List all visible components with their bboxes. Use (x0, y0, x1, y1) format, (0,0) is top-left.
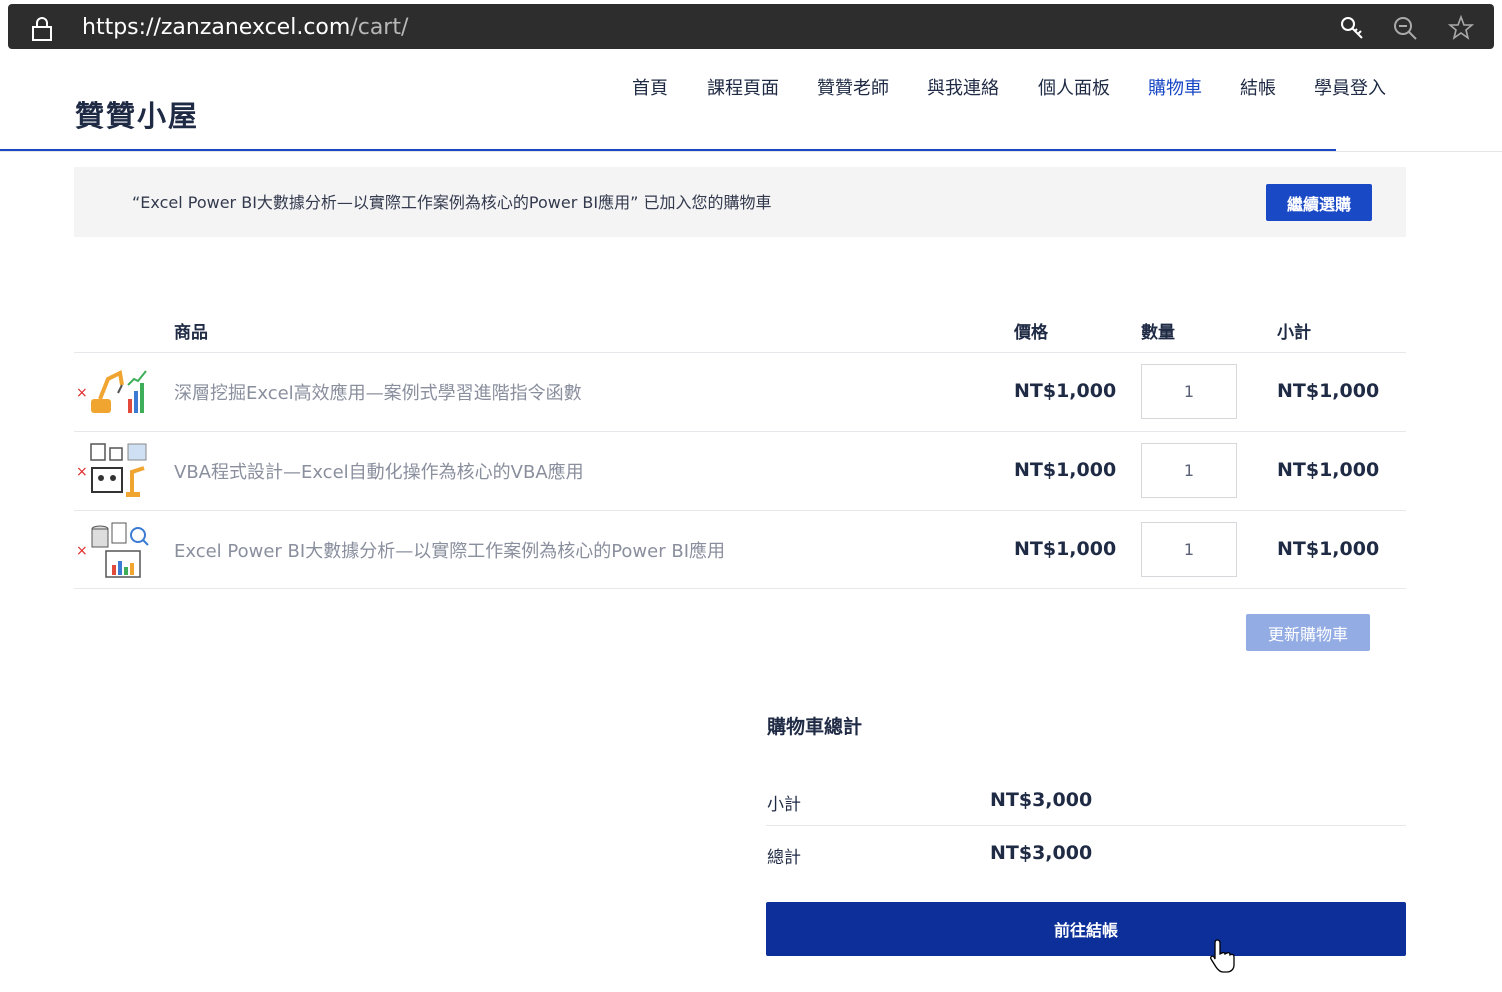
cart-row: × VBA程式設計—Excel自動化操作為核心的VBA應用 NT$1,000 N… (74, 431, 1406, 510)
header-subtotal: 小計 (1277, 323, 1311, 343)
product-price: NT$1,000 (1014, 380, 1117, 402)
proceed-to-checkout-button[interactable]: 前往結帳 (766, 902, 1406, 956)
nav-home[interactable]: 首頁 (632, 74, 668, 100)
nav-checkout[interactable]: 結帳 (1240, 74, 1276, 100)
product-thumbnail[interactable] (88, 521, 150, 579)
address-bar[interactable]: https://zanzanexcel.com/cart/ (8, 4, 1494, 49)
product-price: NT$1,000 (1014, 538, 1117, 560)
cart-row: × 深層挖掘Excel高效應用—案例式學習進階指令函數 NT$1,000 NT$… (74, 352, 1406, 431)
product-name-link[interactable]: VBA程式設計—Excel自動化操作為核心的VBA應用 (174, 458, 584, 484)
subtotal-label: 小計 (767, 795, 801, 815)
notice-message: “Excel Power BI大數據分析—以實際工作案例為核心的Power BI… (132, 193, 772, 212)
remove-item-button[interactable]: × (76, 543, 88, 559)
browser-toolbar: https://zanzanexcel.com/cart/ (0, 0, 1502, 55)
site-logo[interactable]: 贊贊小屋 (75, 93, 199, 135)
star-icon[interactable] (1448, 15, 1474, 41)
header-price: 價格 (1014, 323, 1048, 343)
continue-shopping-button[interactable]: 繼續選購 (1266, 184, 1372, 221)
subtotal-value: NT$3,000 (990, 789, 1093, 811)
product-price: NT$1,000 (1014, 459, 1117, 481)
total-value: NT$3,000 (990, 842, 1093, 864)
hand-cursor-icon (1210, 939, 1235, 973)
main-nav: 首頁 課程頁面 贊贊老師 與我連絡 個人面板 購物車 結帳 學員登入 (0, 74, 1502, 100)
cart-row: × Excel Power BI大數據分析—以實際工作案例為核心的Power B… (74, 510, 1406, 589)
header-quantity: 數量 (1141, 323, 1175, 343)
product-subtotal: NT$1,000 (1277, 459, 1380, 481)
url-host: https://zanzanexcel.com (82, 15, 351, 40)
nav-login[interactable]: 學員登入 (1314, 74, 1386, 100)
cart-totals-title: 購物車總計 (767, 716, 863, 738)
key-icon[interactable] (1339, 15, 1365, 41)
added-to-cart-notice: “Excel Power BI大數據分析—以實際工作案例為核心的Power BI… (74, 167, 1406, 237)
remove-item-button[interactable]: × (76, 464, 88, 480)
lock-icon (32, 17, 52, 41)
site-header: 贊贊小屋 首頁 課程頁面 贊贊老師 與我連絡 個人面板 購物車 結帳 學員登入 (0, 55, 1502, 152)
nav-teacher[interactable]: 贊贊老師 (817, 74, 889, 100)
nav-cart[interactable]: 購物車 (1148, 74, 1202, 100)
url-path: /cart/ (350, 15, 409, 40)
remove-item-button[interactable]: × (76, 385, 88, 401)
product-subtotal: NT$1,000 (1277, 380, 1380, 402)
update-cart-button[interactable]: 更新購物車 (1246, 614, 1370, 651)
product-subtotal: NT$1,000 (1277, 538, 1380, 560)
product-thumbnail[interactable] (88, 363, 150, 421)
quantity-input[interactable] (1141, 443, 1237, 498)
header-progress-line (0, 149, 1336, 151)
quantity-input[interactable] (1141, 522, 1237, 577)
product-name-link[interactable]: 深層挖掘Excel高效應用—案例式學習進階指令函數 (174, 379, 582, 405)
header-product: 商品 (174, 323, 208, 343)
product-name-link[interactable]: Excel Power BI大數據分析—以實際工作案例為核心的Power BI應… (174, 537, 725, 563)
nav-contact[interactable]: 與我連絡 (927, 74, 999, 100)
quantity-input[interactable] (1141, 364, 1237, 419)
url-text[interactable]: https://zanzanexcel.com/cart/ (82, 15, 408, 40)
total-label: 總計 (767, 848, 801, 868)
nav-dashboard[interactable]: 個人面板 (1038, 74, 1110, 100)
nav-courses[interactable]: 課程頁面 (707, 74, 779, 100)
product-thumbnail[interactable] (88, 442, 150, 500)
totals-divider (766, 825, 1406, 826)
zoom-out-icon[interactable] (1392, 15, 1418, 41)
